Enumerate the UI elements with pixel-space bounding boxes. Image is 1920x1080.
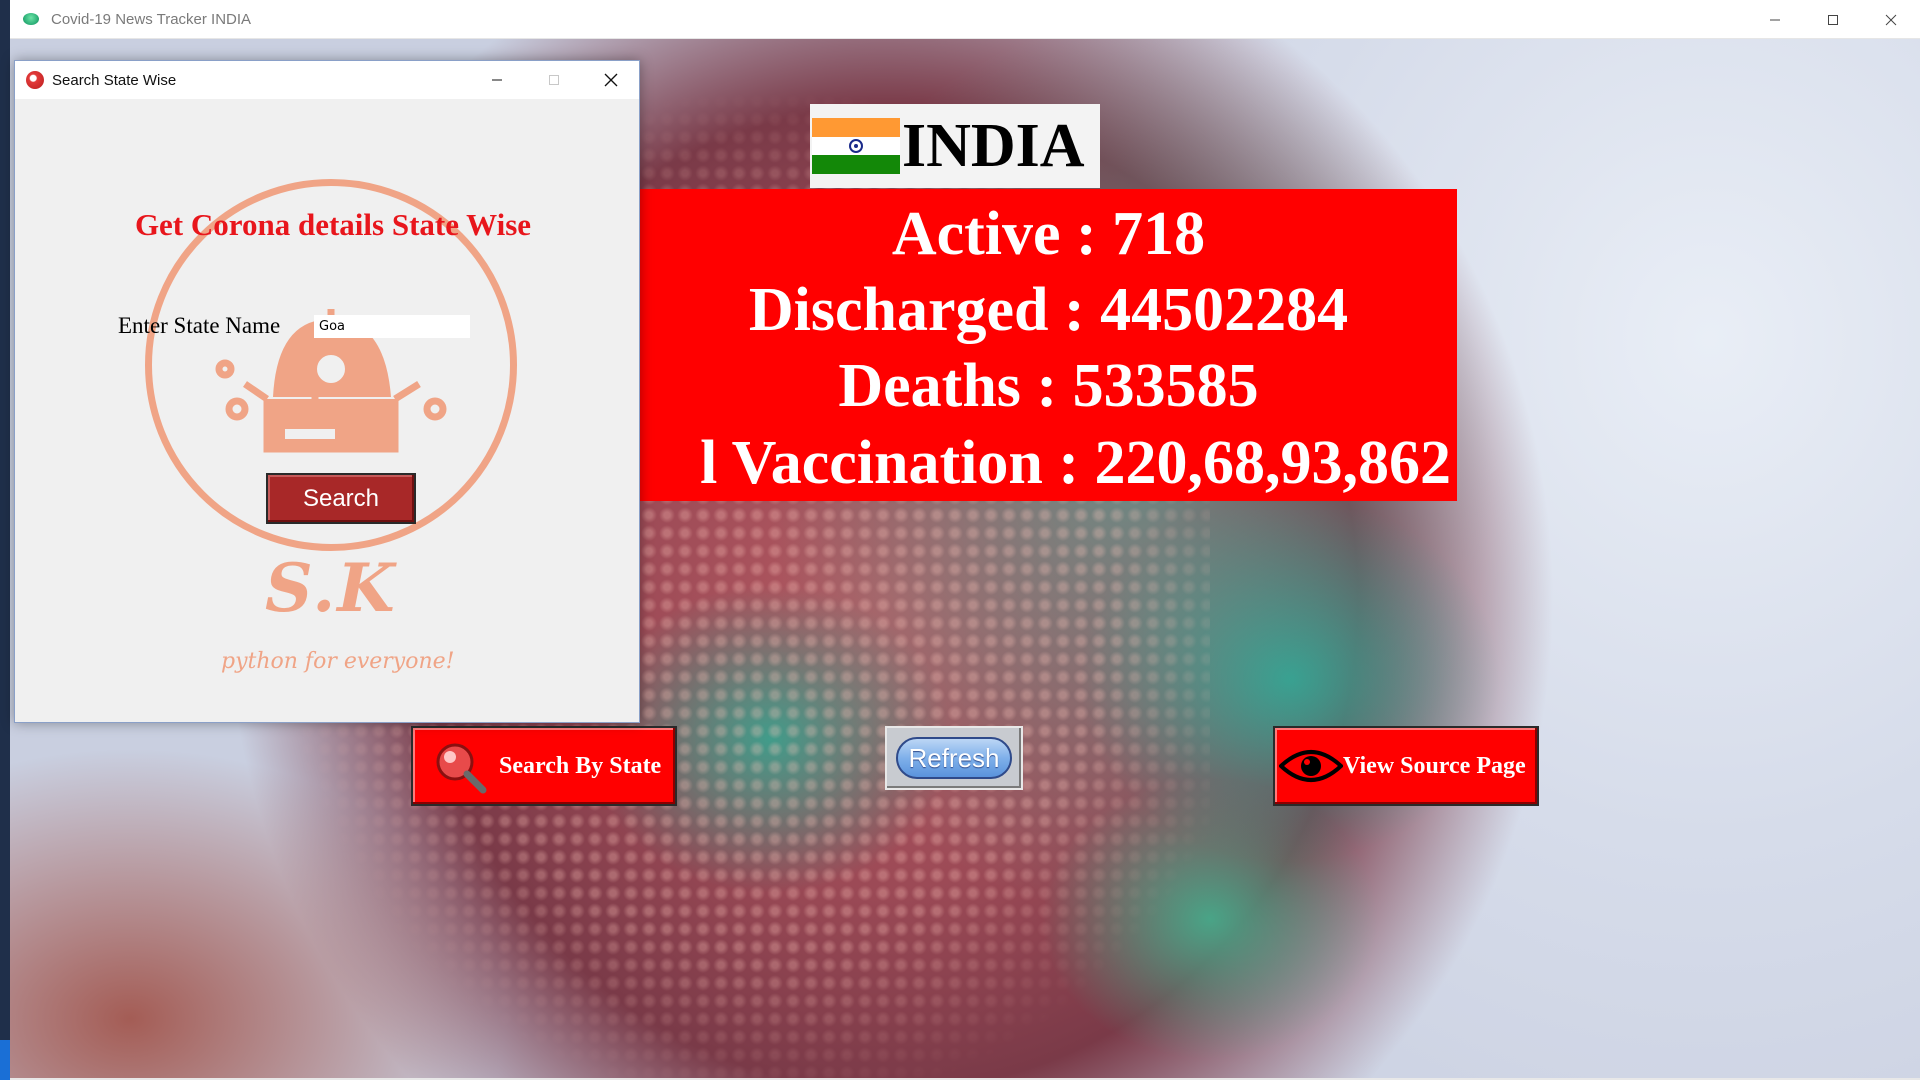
magnifier-icon	[436, 743, 487, 794]
search-button[interactable]: Search	[266, 473, 416, 524]
eye-icon	[1279, 750, 1343, 782]
main-titlebar: Covid-19 News Tracker INDIA	[10, 0, 1920, 39]
logo-tagline: python for everyone!	[221, 649, 455, 674]
dialog-controls	[468, 61, 639, 99]
dialog-heading: Get Corona details State Wise	[134, 207, 532, 242]
taskbar-edge	[0, 0, 10, 1080]
country-title: INDIA	[902, 112, 1085, 180]
search-state-dialog: Search State Wise Get Corona details Sta…	[14, 60, 640, 723]
circuit-box-icon	[215, 309, 447, 453]
dialog-body: Get Corona details State Wise Enter Stat…	[15, 99, 639, 722]
main-window-controls	[1746, 0, 1920, 39]
close-icon[interactable]	[1862, 0, 1920, 39]
search-by-state-label: Search By State	[499, 752, 662, 779]
discharged-count: Discharged : 44502284	[748, 276, 1349, 344]
view-source-label: View Source Page	[1343, 752, 1526, 779]
maximize-icon[interactable]	[1804, 0, 1862, 39]
dialog-close-icon[interactable]	[582, 61, 639, 99]
dialog-title: Search State Wise	[52, 71, 177, 89]
view-source-button[interactable]: View Source Page	[1273, 726, 1539, 806]
active-count: Active : 718	[891, 200, 1206, 268]
main-window-title: Covid-19 News Tracker INDIA	[51, 10, 252, 28]
stats-panel: Active : 718 Discharged : 44502284 Death…	[640, 189, 1457, 501]
india-banner: INDIA	[810, 104, 1100, 188]
state-name-label: Enter State Name	[118, 313, 281, 338]
sk-logo-text: S.K	[265, 549, 397, 627]
minimize-icon[interactable]	[1746, 0, 1804, 39]
vaccination-count: l Vaccination : 220,68,93,862	[700, 429, 1451, 497]
state-name-input[interactable]	[314, 315, 470, 338]
refresh-button[interactable]: Refresh	[885, 726, 1023, 790]
india-flag-icon	[812, 118, 900, 175]
refresh-label: Refresh	[896, 737, 1012, 779]
dialog-minimize-icon[interactable]	[468, 61, 525, 99]
dialog-search-icon	[26, 71, 44, 89]
search-by-state-button[interactable]: Search By State	[411, 726, 677, 806]
deaths-count: Deaths : 533585	[838, 352, 1259, 420]
taskbar-accent	[0, 1040, 10, 1080]
app-icon	[23, 13, 39, 25]
dialog-maximize-icon	[525, 61, 582, 99]
dialog-titlebar: Search State Wise	[15, 61, 639, 99]
